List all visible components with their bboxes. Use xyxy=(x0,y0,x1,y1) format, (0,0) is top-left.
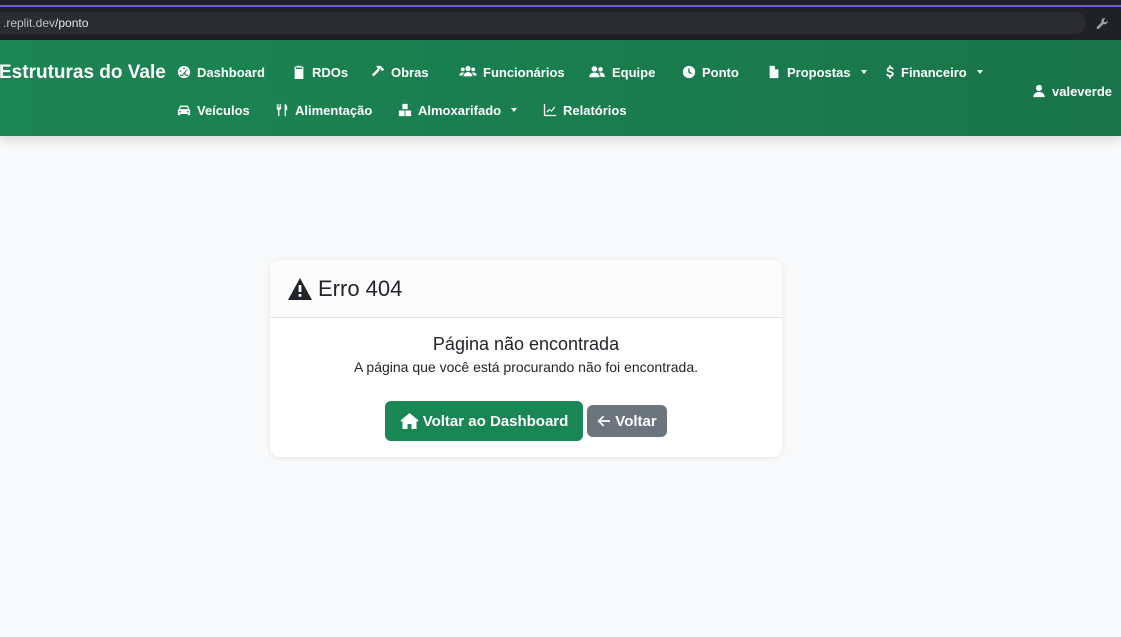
nav-label: Ponto xyxy=(702,64,739,80)
nav-label: Financeiro xyxy=(901,64,967,80)
file-icon xyxy=(769,65,779,79)
nav-ponto[interactable]: Ponto xyxy=(682,62,739,82)
nav-label: Propostas xyxy=(787,64,851,80)
nav-veiculos[interactable]: Veículos xyxy=(177,100,250,120)
nav-label: Obras xyxy=(391,64,429,80)
car-icon xyxy=(177,105,191,116)
brand-title[interactable]: Estruturas do Vale xyxy=(0,62,166,84)
nav-label: Equipe xyxy=(612,64,656,80)
nav-propostas[interactable]: Propostas xyxy=(767,62,867,82)
hammer-icon xyxy=(371,65,385,77)
dollar-icon xyxy=(886,65,894,79)
arrow-left-icon xyxy=(597,415,611,427)
back-button[interactable]: Voltar xyxy=(587,405,667,437)
nav-label: Veículos xyxy=(197,102,250,118)
error-card: Erro 404 Página não encontrada A página … xyxy=(270,260,782,457)
main-navbar: Estruturas do Vale Dashboard RDOs Obras … xyxy=(0,40,1121,136)
button-label: Voltar ao Dashboard xyxy=(422,412,569,430)
address-bar[interactable]: .replit.dev/ponto xyxy=(0,12,1086,34)
dashboard-icon xyxy=(177,65,191,79)
nav-label: Funcionários xyxy=(483,64,565,80)
clock-icon xyxy=(682,65,696,79)
users-icon xyxy=(459,65,477,77)
utensils-icon xyxy=(276,103,288,117)
nav-equipe[interactable]: Equipe xyxy=(588,62,655,82)
nav-label: Almoxarifado xyxy=(418,102,502,118)
button-label: Voltar xyxy=(615,412,657,430)
chevron-down-icon xyxy=(976,70,983,74)
nav-financeiro[interactable]: Financeiro xyxy=(885,62,983,82)
boxes-icon xyxy=(398,103,412,117)
nav-funcionarios[interactable]: Funcionários xyxy=(459,62,565,82)
nav-almoxarifado[interactable]: Almoxarifado xyxy=(398,100,518,120)
nav-relatorios[interactable]: Relatórios xyxy=(543,100,627,120)
back-to-dashboard-button[interactable]: Voltar ao Dashboard xyxy=(385,401,583,441)
nav-label: Relatórios xyxy=(563,102,627,118)
nav-dashboard[interactable]: Dashboard xyxy=(177,62,265,82)
nav-rdos[interactable]: RDOs xyxy=(292,62,348,82)
home-icon xyxy=(400,413,419,429)
user-menu[interactable]: valeverde xyxy=(1032,81,1121,101)
error-message: A página que você está procurando não fo… xyxy=(353,359,699,375)
user-icon xyxy=(1033,84,1045,98)
error-heading: Página não encontrada xyxy=(432,334,620,354)
user-name: valeverde xyxy=(1052,83,1112,99)
nav-label: RDOs xyxy=(312,64,349,80)
error-title: Erro 404 xyxy=(318,275,403,301)
card-header: Erro 404 xyxy=(270,260,782,318)
tab-indicator xyxy=(0,5,1121,7)
user-group-icon xyxy=(589,66,605,78)
nav-label: Dashboard xyxy=(197,64,265,80)
chart-line-icon xyxy=(543,103,557,117)
url-path: /ponto xyxy=(55,16,89,30)
url-host: .replit.dev xyxy=(3,16,56,30)
nav-obras[interactable]: Obras xyxy=(371,62,429,82)
browser-chrome: .replit.dev/ponto xyxy=(0,0,1121,40)
wrench-icon[interactable] xyxy=(1093,14,1111,32)
chevron-down-icon xyxy=(511,108,518,112)
nav-label: Alimentação xyxy=(295,102,373,118)
warning-icon xyxy=(288,277,312,300)
nav-alimentacao[interactable]: Alimentação xyxy=(275,100,372,120)
chevron-down-icon xyxy=(860,70,867,74)
clipboard-icon xyxy=(294,65,304,79)
